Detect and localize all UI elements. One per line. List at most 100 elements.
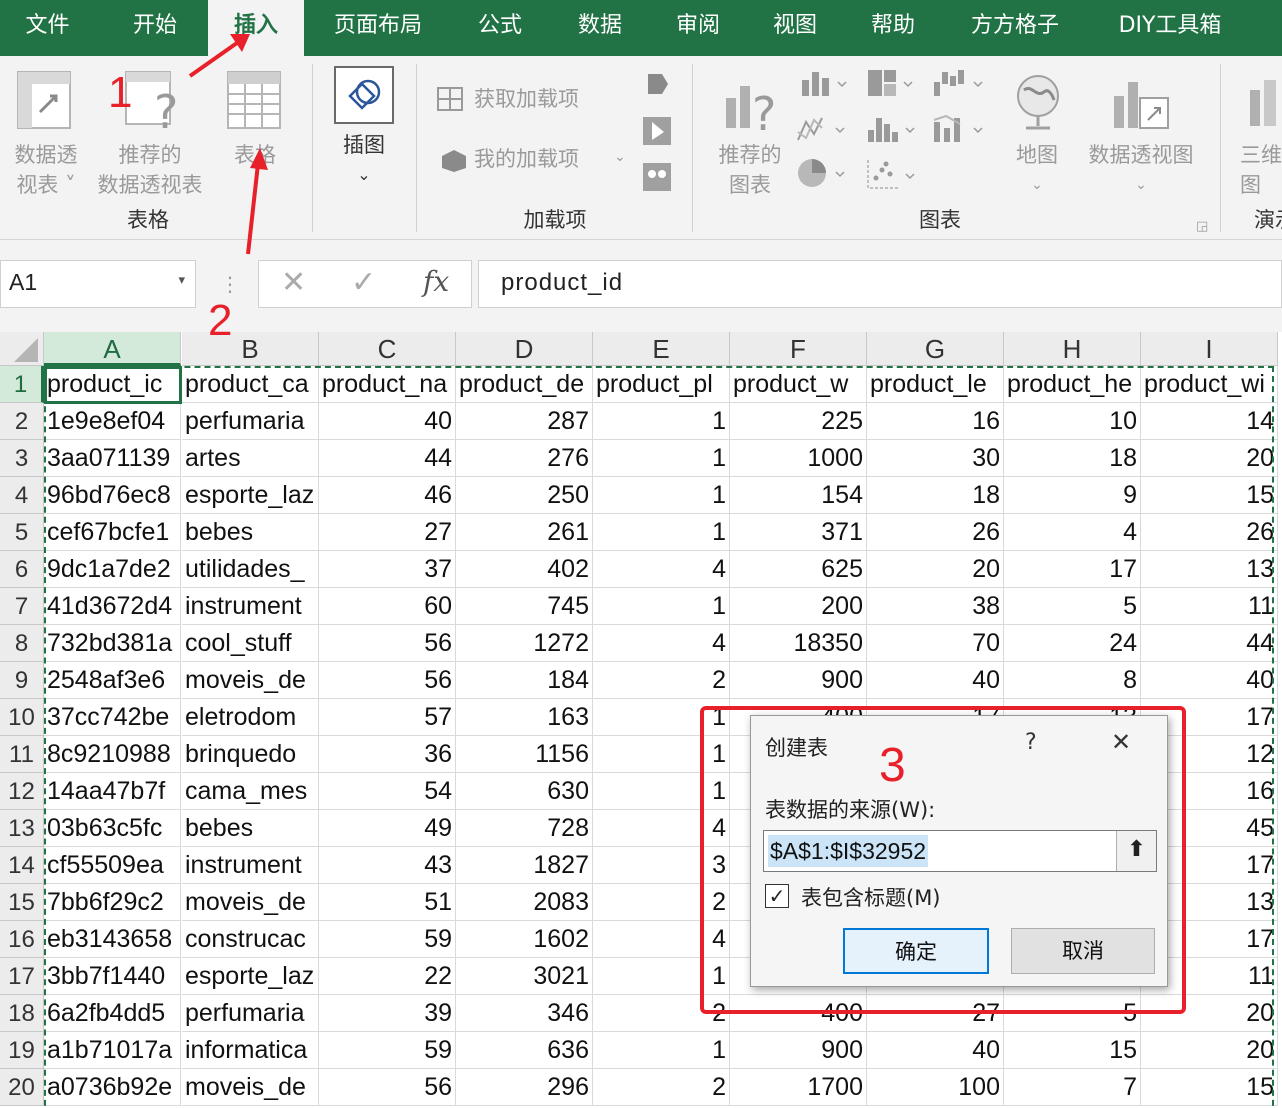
tab-file[interactable]: 文件	[0, 0, 95, 56]
formula-buttons: ✕ ✓ fx	[258, 260, 472, 308]
formula-input[interactable]: product_id	[478, 260, 1282, 308]
cancel-button[interactable]: 取消	[1011, 928, 1155, 974]
column-header-h[interactable]: H	[1004, 332, 1141, 366]
bing-maps-icon[interactable]	[642, 116, 672, 146]
active-cell-border	[44, 366, 182, 404]
recommended-pivot-button[interactable]: ? 推荐的 数据透视表	[88, 66, 212, 197]
column-header-b[interactable]: B	[182, 332, 319, 366]
row-header[interactable]: 19	[0, 1032, 44, 1069]
my-addins-button[interactable]: 我的加载项 ⌄	[436, 142, 636, 178]
visio-addin-icon[interactable]	[642, 70, 672, 98]
combo-chart-icon[interactable]	[932, 112, 986, 144]
get-addins-button[interactable]: 获取加载项	[436, 82, 606, 118]
group-label-addins: 加载项	[523, 208, 587, 232]
svg-text:?: ?	[154, 85, 178, 132]
row-header[interactable]: 5	[0, 514, 44, 551]
row-header[interactable]: 9	[0, 662, 44, 699]
row-header[interactable]: 4	[0, 477, 44, 514]
globe-icon	[1017, 75, 1059, 130]
line-chart-icon[interactable]	[796, 114, 850, 144]
row-header[interactable]: 3	[0, 440, 44, 477]
group-label-charts: 图表	[919, 208, 961, 232]
3d-map-button[interactable]: 三维 图	[1236, 70, 1282, 200]
3d-map-icon	[1250, 80, 1276, 126]
group-label-tours: 演示	[1254, 208, 1282, 232]
illustrations-button[interactable]: 插图 ⌄	[330, 64, 398, 190]
ribbon-separator	[1220, 64, 1221, 232]
insert-function-icon[interactable]: fx	[423, 265, 449, 298]
row-header[interactable]: 2	[0, 403, 44, 440]
row-header[interactable]: 7	[0, 588, 44, 625]
illustrations-label: 插图	[343, 133, 385, 157]
row-header[interactable]: 14	[0, 847, 44, 884]
row-header[interactable]: 20	[0, 1069, 44, 1106]
tab-data[interactable]: 数据	[555, 0, 645, 56]
column-header-a[interactable]: A	[44, 332, 181, 366]
column-header-g[interactable]: G	[867, 332, 1004, 366]
pivot-table-label-2: 视表 ˅	[16, 173, 76, 197]
column-header-i[interactable]: I	[1141, 332, 1278, 366]
column-chart-icon[interactable]	[800, 70, 850, 98]
name-box-value: A1	[9, 269, 38, 295]
tab-page-layout[interactable]: 页面布局	[318, 0, 438, 56]
column-header-f[interactable]: F	[730, 332, 867, 366]
3d-map-label-2: 图	[1240, 173, 1261, 197]
pivot-chart-icon	[1114, 82, 1169, 129]
close-icon[interactable]: ✕	[1111, 728, 1131, 756]
row-header[interactable]: 10	[0, 699, 44, 736]
row-header[interactable]: 8	[0, 625, 44, 662]
column-header-e[interactable]: E	[593, 332, 730, 366]
row-header[interactable]: 16	[0, 921, 44, 958]
help-button[interactable]: ?	[1025, 730, 1037, 755]
column-header-d[interactable]: D	[456, 332, 593, 366]
row-header[interactable]: 15	[0, 884, 44, 921]
ok-button[interactable]: 确定	[843, 928, 989, 974]
map-chart-button[interactable]: 地图 ⌄	[1004, 70, 1070, 200]
recommended-charts-button[interactable]: ? 推荐的 图表	[708, 70, 792, 200]
tab-formulas[interactable]: 公式	[455, 0, 545, 56]
enter-icon[interactable]: ✓	[351, 265, 376, 300]
recommended-pivot-label-2: 数据透视表	[97, 173, 203, 197]
tab-diy-tools[interactable]: DIY工具箱	[1100, 0, 1240, 56]
chevron-down-icon: ⌄	[357, 165, 371, 184]
dialog-launcher-icon[interactable]: ◲	[1196, 212, 1208, 242]
recommended-charts-icon: ?	[726, 86, 776, 136]
more-options-icon[interactable]: ⋮	[220, 272, 240, 296]
tab-review[interactable]: 审阅	[653, 0, 743, 56]
3d-map-label-1: 三维	[1240, 143, 1282, 167]
select-all-corner[interactable]	[0, 332, 44, 366]
pivot-table-button[interactable]: 数据透 视表 ˅	[4, 66, 84, 197]
source-label: 表数据的来源(W):	[765, 798, 936, 822]
row-header[interactable]: 13	[0, 810, 44, 847]
collapse-dialog-icon[interactable]: ⬆	[1116, 831, 1156, 871]
column-header-c[interactable]: C	[319, 332, 456, 366]
row-header[interactable]: 12	[0, 773, 44, 810]
annotation-step-2: 2	[208, 296, 233, 345]
row-header[interactable]: 1	[0, 366, 44, 403]
scatter-chart-icon[interactable]	[866, 158, 920, 190]
select-all-icon	[14, 338, 38, 362]
people-graph-icon[interactable]	[642, 162, 672, 192]
tab-fangfang[interactable]: 方方格子	[955, 0, 1075, 56]
tab-view[interactable]: 视图	[750, 0, 840, 56]
recommended-charts-label-1: 推荐的	[718, 143, 782, 167]
waterfall-chart-icon[interactable]	[932, 68, 986, 98]
cancel-icon[interactable]: ✕	[281, 265, 306, 300]
row-header[interactable]: 17	[0, 958, 44, 995]
range-input[interactable]: $A$1:$I$32952 ⬆	[763, 830, 1157, 872]
chevron-down-icon: ⌄	[614, 149, 626, 165]
get-addins-label: 获取加载项	[474, 87, 579, 111]
header-checkbox[interactable]: ✓	[765, 884, 789, 908]
row-header[interactable]: 18	[0, 995, 44, 1032]
name-box[interactable]: A1 ▾	[0, 260, 196, 308]
pie-chart-icon[interactable]	[796, 156, 850, 190]
shapes-icon	[348, 79, 381, 110]
row-header[interactable]: 11	[0, 736, 44, 773]
tab-help[interactable]: 帮助	[848, 0, 938, 56]
row-header[interactable]: 6	[0, 551, 44, 588]
pivot-chart-button[interactable]: 数据透视图 ⌄	[1078, 70, 1204, 200]
dialog-title: 创建表	[765, 736, 828, 760]
statistic-chart-icon[interactable]	[866, 112, 916, 144]
hierarchy-chart-icon[interactable]	[866, 68, 916, 98]
recommended-pivot-label-1: 推荐的	[118, 143, 182, 167]
